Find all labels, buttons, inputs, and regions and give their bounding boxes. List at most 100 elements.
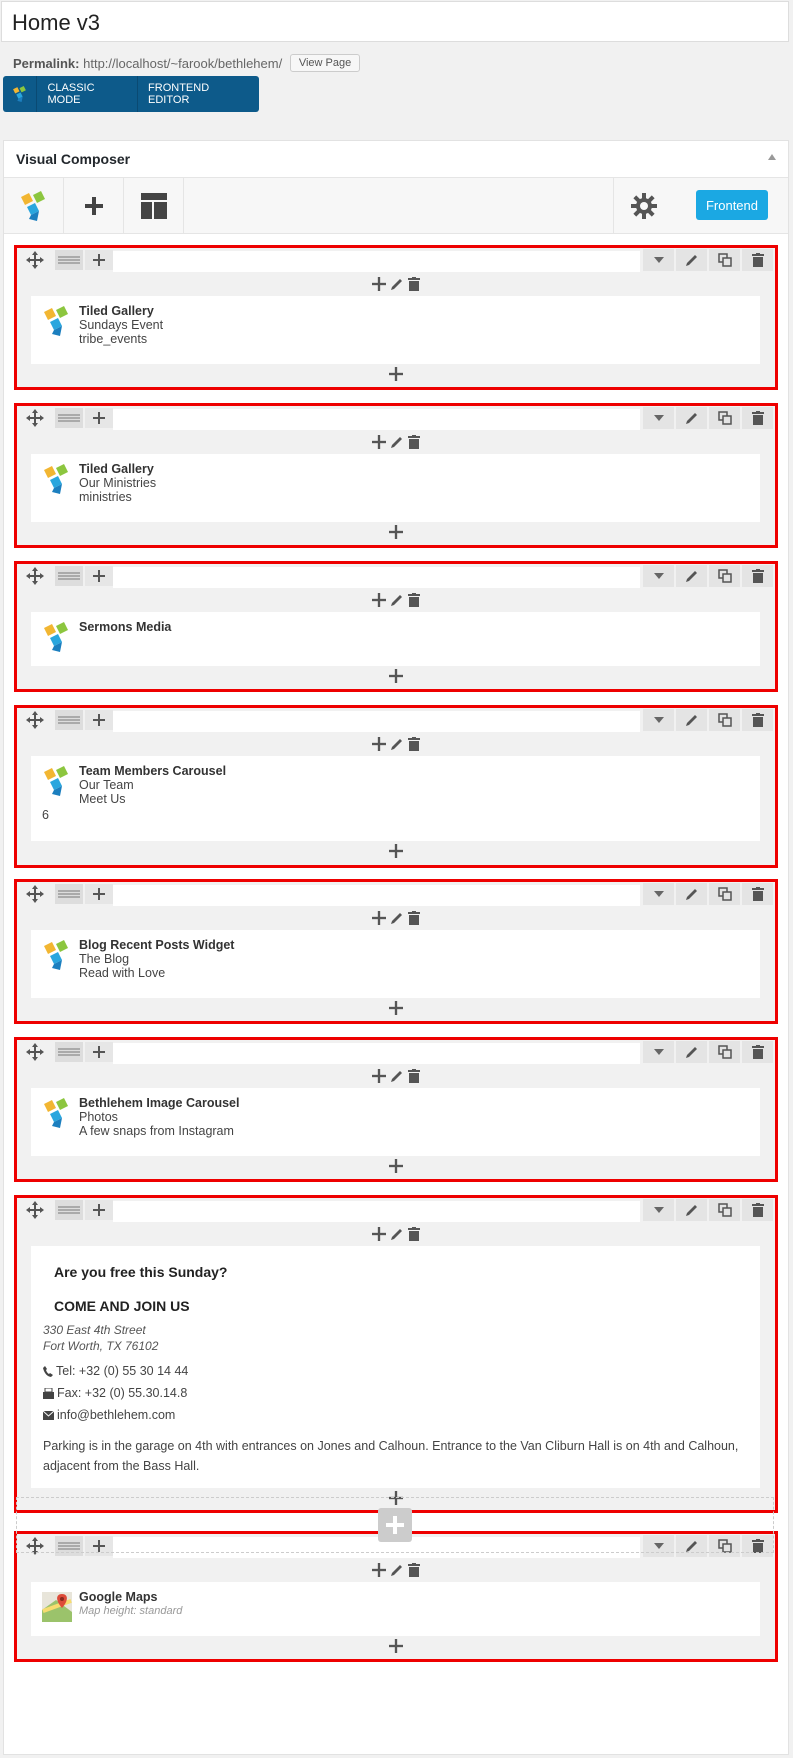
text-block-element[interactable]: Are you free this Sunday? COME AND JOIN …: [31, 1246, 760, 1488]
row-toggle-button[interactable]: [643, 883, 674, 905]
row-toggle-button[interactable]: [643, 565, 674, 587]
trash-icon[interactable]: [408, 1563, 420, 1577]
column-add-button[interactable]: [17, 364, 775, 384]
column-add-button[interactable]: [17, 666, 775, 686]
row-add-column-button[interactable]: [85, 408, 113, 428]
vc-row[interactable]: Blog Recent Posts Widget The Blog Read w…: [14, 879, 778, 1024]
trash-icon[interactable]: [408, 277, 420, 291]
plus-icon[interactable]: [372, 1227, 386, 1241]
settings-button[interactable]: [613, 178, 673, 234]
vc-element[interactable]: Team Members Carousel Our Team Meet Us 6: [31, 756, 760, 841]
row-edit-button[interactable]: [676, 565, 707, 587]
move-icon[interactable]: [25, 408, 45, 428]
row-edit-button[interactable]: [676, 883, 707, 905]
plus-icon[interactable]: [372, 1069, 386, 1083]
row-delete-button[interactable]: [742, 709, 773, 731]
plus-icon[interactable]: [372, 277, 386, 291]
row-add-column-button[interactable]: [85, 1200, 113, 1220]
column-add-button[interactable]: [17, 1636, 775, 1656]
row-clone-button[interactable]: [709, 1041, 740, 1063]
pencil-icon[interactable]: [390, 911, 404, 925]
row-layout-button[interactable]: [55, 1042, 83, 1062]
pencil-icon[interactable]: [390, 435, 404, 449]
row-delete-button[interactable]: [742, 883, 773, 905]
row-clone-button[interactable]: [709, 709, 740, 731]
vc-element[interactable]: Blog Recent Posts Widget The Blog Read w…: [31, 930, 760, 998]
plus-icon[interactable]: [372, 1563, 386, 1577]
vc-logo-button[interactable]: [4, 178, 64, 234]
row-toggle-button[interactable]: [643, 1199, 674, 1221]
row-toggle-button[interactable]: [643, 249, 674, 271]
row-add-column-button[interactable]: [85, 566, 113, 586]
permalink-url[interactable]: http://localhost/~farook/bethlehem/: [83, 56, 282, 71]
vc-row[interactable]: Tiled Gallery Our Ministries ministries: [14, 403, 778, 548]
frontend-button[interactable]: Frontend: [696, 190, 768, 220]
plus-icon[interactable]: [372, 737, 386, 751]
row-add-column-button[interactable]: [85, 710, 113, 730]
row-layout-button[interactable]: [55, 1200, 83, 1220]
move-icon[interactable]: [25, 710, 45, 730]
plus-icon[interactable]: [372, 593, 386, 607]
vc-element[interactable]: Google Maps Map height: standard: [31, 1582, 760, 1636]
column-add-button[interactable]: [17, 1156, 775, 1176]
plus-icon[interactable]: [372, 435, 386, 449]
row-delete-button[interactable]: [742, 1041, 773, 1063]
row-edit-button[interactable]: [676, 709, 707, 731]
row-clone-button[interactable]: [709, 883, 740, 905]
templates-button[interactable]: [124, 178, 184, 234]
row-edit-button[interactable]: [676, 249, 707, 271]
pencil-icon[interactable]: [390, 1563, 404, 1577]
move-icon[interactable]: [25, 1200, 45, 1220]
add-element-big-button[interactable]: [378, 1508, 412, 1542]
row-layout-button[interactable]: [55, 566, 83, 586]
row-add-column-button[interactable]: [85, 250, 113, 270]
row-layout-button[interactable]: [55, 710, 83, 730]
column-add-button[interactable]: [17, 522, 775, 542]
vc-row[interactable]: Are you free this Sunday? COME AND JOIN …: [14, 1195, 778, 1513]
collapse-arrow-icon[interactable]: [768, 154, 776, 160]
row-add-column-button[interactable]: [85, 1042, 113, 1062]
row-clone-button[interactable]: [709, 565, 740, 587]
row-layout-button[interactable]: [55, 250, 83, 270]
classic-mode-button[interactable]: CLASSIC MODE: [37, 76, 139, 112]
vc-element[interactable]: Tiled Gallery Sundays Event tribe_events: [31, 296, 760, 364]
vc-panel-header[interactable]: Visual Composer: [4, 141, 788, 178]
vc-row[interactable]: Team Members Carousel Our Team Meet Us 6: [14, 705, 778, 868]
move-icon[interactable]: [25, 1042, 45, 1062]
add-element-button[interactable]: [64, 178, 124, 234]
move-icon[interactable]: [25, 884, 45, 904]
trash-icon[interactable]: [408, 1069, 420, 1083]
pencil-icon[interactable]: [390, 1069, 404, 1083]
move-icon[interactable]: [25, 566, 45, 586]
row-delete-button[interactable]: [742, 407, 773, 429]
trash-icon[interactable]: [408, 593, 420, 607]
row-edit-button[interactable]: [676, 1041, 707, 1063]
vc-row[interactable]: Bethlehem Image Carousel Photos A few sn…: [14, 1037, 778, 1182]
vc-element[interactable]: Sermons Media: [31, 612, 760, 666]
row-toggle-button[interactable]: [643, 709, 674, 731]
plus-icon[interactable]: [372, 911, 386, 925]
view-page-button[interactable]: View Page: [289, 54, 361, 72]
row-clone-button[interactable]: [709, 407, 740, 429]
row-toggle-button[interactable]: [643, 407, 674, 429]
trash-icon[interactable]: [408, 911, 420, 925]
pencil-icon[interactable]: [390, 1227, 404, 1241]
row-clone-button[interactable]: [709, 249, 740, 271]
pencil-icon[interactable]: [390, 593, 404, 607]
row-edit-button[interactable]: [676, 407, 707, 429]
post-title-input[interactable]: Home v3: [1, 1, 789, 42]
row-delete-button[interactable]: [742, 249, 773, 271]
trash-icon[interactable]: [408, 1227, 420, 1241]
vc-element[interactable]: Bethlehem Image Carousel Photos A few sn…: [31, 1088, 760, 1156]
row-delete-button[interactable]: [742, 1199, 773, 1221]
row-edit-button[interactable]: [676, 1199, 707, 1221]
row-layout-button[interactable]: [55, 408, 83, 428]
row-delete-button[interactable]: [742, 565, 773, 587]
pencil-icon[interactable]: [390, 737, 404, 751]
frontend-editor-button[interactable]: FRONTEND EDITOR: [138, 76, 259, 112]
add-element-area[interactable]: [16, 1497, 774, 1553]
trash-icon[interactable]: [408, 435, 420, 449]
pencil-icon[interactable]: [390, 277, 404, 291]
column-add-button[interactable]: [17, 998, 775, 1018]
trash-icon[interactable]: [408, 737, 420, 751]
